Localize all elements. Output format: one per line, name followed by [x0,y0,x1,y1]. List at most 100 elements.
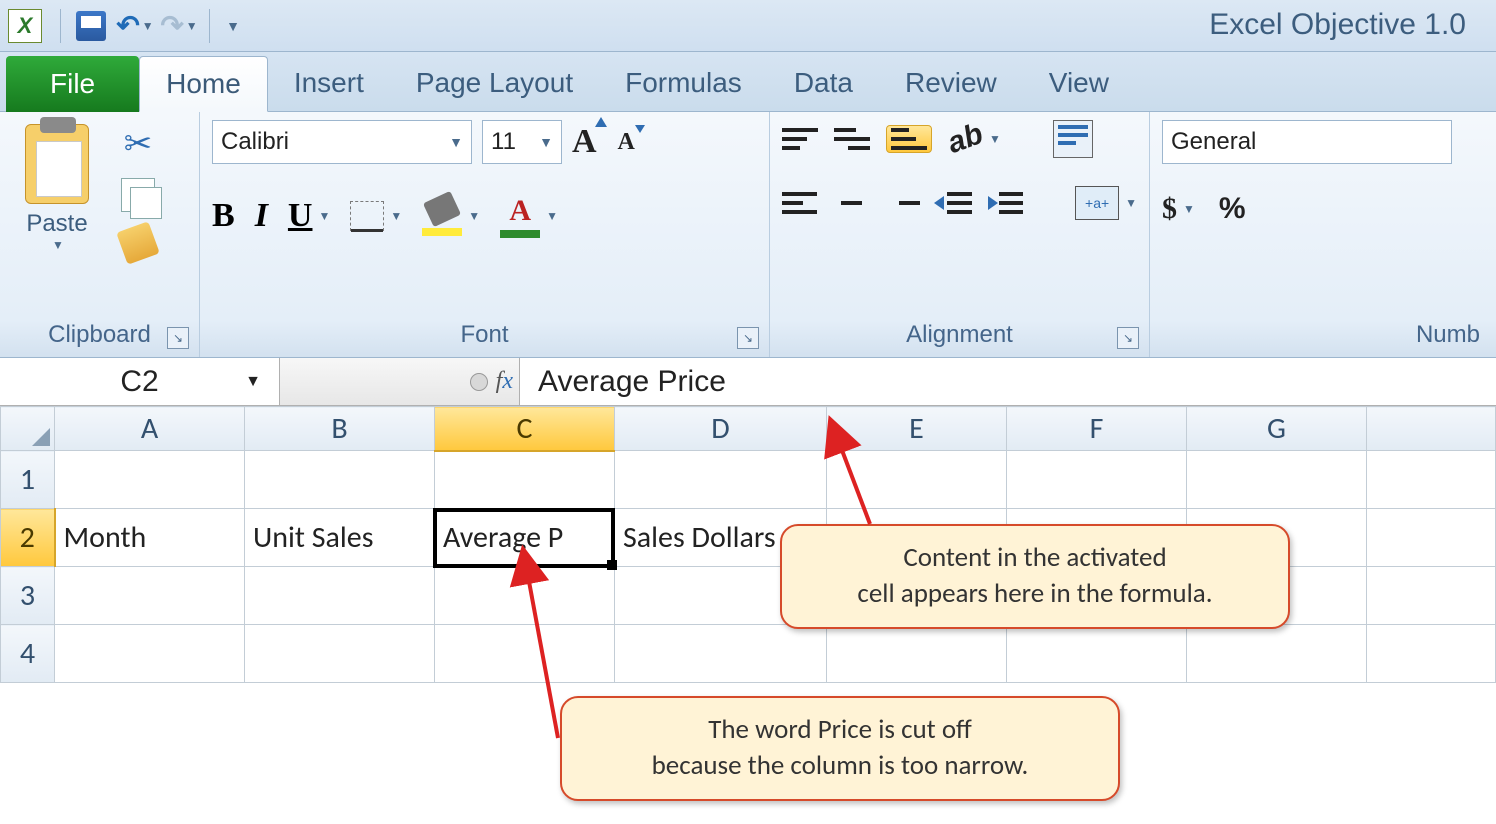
tab-formulas[interactable]: Formulas [599,55,768,111]
cell-E1[interactable] [827,451,1007,509]
paste-icon[interactable] [25,124,89,204]
column-header-A[interactable]: A [55,407,245,451]
dialog-launcher-icon[interactable]: ↘ [737,327,759,349]
group-label-text: Font [460,321,508,349]
tab-file[interactable]: File [6,56,139,112]
cut-icon[interactable]: ✂ [124,124,153,164]
font-name-combo[interactable]: Calibri ▼ [212,120,472,164]
cell-extra-3[interactable] [1367,567,1496,625]
accounting-format-button[interactable]: $ ▼ [1162,192,1195,226]
fill-color-button[interactable]: ▼ [422,196,480,236]
cell-E4[interactable] [827,625,1007,683]
dialog-launcher-icon[interactable]: ↘ [1117,327,1139,349]
column-header-extra[interactable] [1367,407,1496,451]
tab-home[interactable]: Home [139,56,268,112]
increase-indent-button[interactable] [988,188,1023,218]
cell-A4[interactable] [55,625,245,683]
borders-button[interactable]: ▼ [350,201,402,231]
customize-qat-button[interactable]: ▼ [218,6,246,46]
undo-button[interactable]: ↶▼ [113,6,157,46]
chevron-down-icon: ▼ [539,134,553,150]
column-header-D[interactable]: D [615,407,827,451]
tab-data[interactable]: Data [768,55,879,111]
font-color-button[interactable]: A ▼ [500,194,558,238]
redo-button[interactable]: ↷▼ [157,6,201,46]
row-header-3[interactable]: 3 [1,567,55,625]
tab-review[interactable]: Review [879,55,1023,111]
cell-G4[interactable] [1187,625,1367,683]
cell-A1[interactable] [55,451,245,509]
triangle-down-icon [635,125,645,133]
window-title: Excel Objective 1.0 [1209,8,1466,42]
align-middle-button[interactable] [834,128,870,150]
chevron-down-icon: ▼ [449,134,463,150]
tab-view[interactable]: View [1023,55,1135,111]
cell-D1[interactable] [615,451,827,509]
name-box-value: C2 [120,365,158,399]
cell-C4[interactable] [435,625,615,683]
underline-button[interactable]: U ▼ [288,197,330,235]
bold-button[interactable]: B [212,197,235,235]
align-bottom-button[interactable] [886,125,932,153]
format-painter-icon[interactable] [116,221,160,265]
cell-B4[interactable] [245,625,435,683]
cell-C2[interactable]: Average P [435,509,615,567]
italic-button[interactable]: I [255,197,268,235]
align-right-button[interactable] [885,188,920,218]
column-header-B[interactable]: B [245,407,435,451]
cell-A2[interactable]: Month [55,509,245,567]
font-name-value: Calibri [221,128,289,156]
number-format-combo[interactable]: General [1162,120,1452,164]
select-all-button[interactable] [1,407,55,451]
chevron-down-icon: ▼ [245,373,261,391]
name-box[interactable]: C2 ▼ [0,358,280,405]
column-header-C[interactable]: C [435,407,615,451]
align-center-button[interactable] [833,188,868,218]
cell-F1[interactable] [1007,451,1187,509]
cell-B1[interactable] [245,451,435,509]
excel-app-icon: X [8,9,42,43]
row-header-2[interactable]: 2 [1,509,55,567]
ribbon-tabs: File Home Insert Page Layout Formulas Da… [0,52,1496,112]
dialog-launcher-icon[interactable]: ↘ [167,327,189,349]
row-header-4[interactable]: 4 [1,625,55,683]
cell-D4[interactable] [615,625,827,683]
cell-C1[interactable] [435,451,615,509]
cell-B2[interactable]: Unit Sales [245,509,435,567]
row-header-1[interactable]: 1 [1,451,55,509]
merge-center-button[interactable]: +a+ ▼ [1075,186,1137,220]
chevron-down-icon[interactable]: ▼ [52,238,64,252]
save-icon [76,11,106,41]
group-alignment: ab ▼ +a+ ▼ Alignment ↘ [770,112,1150,357]
cell-G1[interactable] [1187,451,1367,509]
orientation-icon: ab [943,117,988,161]
align-top-button[interactable] [782,128,818,150]
cell-extra-1[interactable] [1367,451,1496,509]
formula-input[interactable]: Average Price [520,365,1496,399]
cell-extra-4[interactable] [1367,625,1496,683]
orientation-button[interactable]: ab ▼ [948,122,1001,156]
decrease-indent-button[interactable] [936,188,971,218]
font-size-combo[interactable]: 11▼ [482,120,562,164]
tab-page-layout[interactable]: Page Layout [390,55,599,111]
shrink-font-button[interactable]: A [617,129,634,156]
cell-A3[interactable] [55,567,245,625]
cell-F4[interactable] [1007,625,1187,683]
column-header-G[interactable]: G [1187,407,1367,451]
column-header-E[interactable]: E [827,407,1007,451]
insert-function-button[interactable]: fx [280,358,520,405]
tab-insert[interactable]: Insert [268,55,390,111]
cell-extra-2[interactable] [1367,509,1496,567]
grow-font-button[interactable]: A [572,123,597,161]
cell-B3[interactable] [245,567,435,625]
cell-C3[interactable] [435,567,615,625]
percent-format-button[interactable]: % [1219,192,1246,226]
copy-icon[interactable] [121,178,155,212]
save-button[interactable] [69,6,113,46]
callout-formula-bar: Content in the activated cell appears he… [780,524,1290,629]
column-header-F[interactable]: F [1007,407,1187,451]
ribbon: Paste ▼ ✂ Clipboard ↘ Calibri▼ 11▼ [0,112,1496,358]
wrap-text-button[interactable] [1053,120,1093,158]
number-format-value: General [1171,128,1256,156]
align-left-button[interactable] [782,188,817,218]
